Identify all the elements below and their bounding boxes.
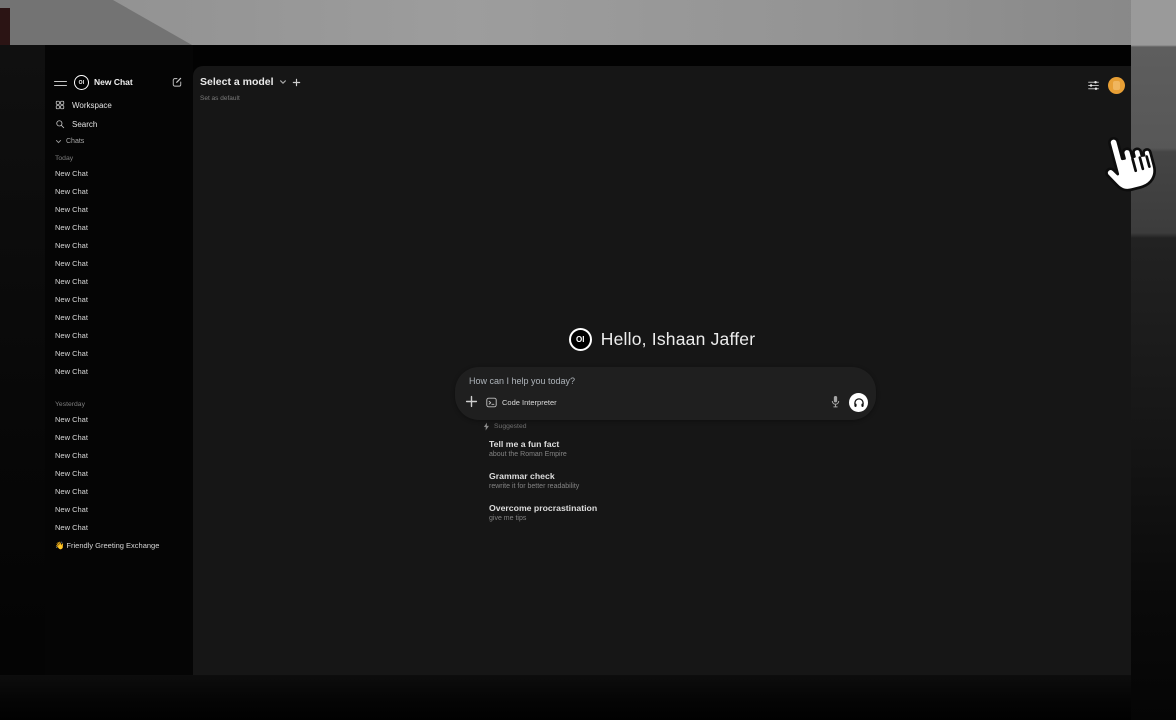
backdrop-bottom <box>0 675 1131 720</box>
chat-history-item[interactable]: New Chat <box>45 501 193 519</box>
suggested-prompt-title: Grammar check <box>489 471 783 482</box>
bolt-icon <box>483 422 490 431</box>
suggested-section: Suggested Tell me a fun factabout the Ro… <box>483 422 783 535</box>
search-label: Search <box>72 120 97 129</box>
message-composer[interactable]: How can I help you today? Code Interpret… <box>455 367 876 420</box>
chat-history-item[interactable]: New Chat <box>45 519 193 537</box>
suggested-prompt-subtitle: give me tips <box>489 514 783 524</box>
chat-history-item[interactable]: New Chat <box>45 483 193 501</box>
sidebar-title: New Chat <box>94 77 133 87</box>
suggested-list: Tell me a fun factabout the Roman Empire… <box>483 439 783 524</box>
chat-history-item[interactable]: New Chat <box>45 429 193 447</box>
chat-history-item[interactable]: 👋 Friendly Greeting Exchange <box>45 537 193 555</box>
model-selector-label: Select a model <box>200 76 274 88</box>
screen: OI New Chat Workspace Search Chats Today… <box>0 0 1176 720</box>
backdrop-diagonal <box>0 0 300 45</box>
suggested-prompt-subtitle: about the Roman Empire <box>489 450 783 460</box>
search-icon <box>55 119 65 129</box>
chat-history-item[interactable]: New Chat <box>45 327 193 345</box>
chat-group-label: Yesterday <box>45 397 193 411</box>
backdrop-maroon-patch <box>0 8 10 45</box>
attach-plus-icon[interactable] <box>465 395 478 408</box>
chat-history-item[interactable]: New Chat <box>45 309 193 327</box>
sidebar-toggle-icon[interactable] <box>54 78 67 88</box>
suggested-prompt[interactable]: Grammar checkrewrite it for better reada… <box>489 471 783 492</box>
backdrop-right <box>1131 0 1176 720</box>
chat-history-item[interactable]: New Chat <box>45 345 193 363</box>
app-logo: OI <box>569 328 592 351</box>
code-interpreter-icon <box>486 397 497 408</box>
new-chat-icon[interactable] <box>171 76 183 88</box>
suggested-label: Suggested <box>494 423 527 430</box>
sidebar-item-search[interactable]: Search <box>45 115 193 133</box>
chat-history-item[interactable]: New Chat <box>45 273 193 291</box>
user-avatar[interactable] <box>1108 77 1125 94</box>
chat-history-item[interactable]: New Chat <box>45 201 193 219</box>
suggested-prompt[interactable]: Tell me a fun factabout the Roman Empire <box>489 439 783 460</box>
chevron-down-icon <box>55 138 62 145</box>
workspace-label: Workspace <box>72 101 112 110</box>
topbar-actions <box>1087 77 1125 94</box>
hand-cursor <box>1098 123 1162 193</box>
suggested-header: Suggested <box>483 422 783 431</box>
greeting: OI Hello, Ishaan Jaffer <box>193 328 1131 351</box>
sidebar: OI New Chat Workspace Search Chats Today… <box>45 45 193 675</box>
chat-history-item[interactable]: New Chat <box>45 255 193 273</box>
workspace-grid-icon <box>55 100 65 110</box>
add-model-icon[interactable] <box>292 78 301 87</box>
chat-history-item[interactable]: New Chat <box>45 363 193 381</box>
suggested-prompt-subtitle: rewrite it for better readability <box>489 482 783 492</box>
code-interpreter-toggle[interactable]: Code Interpreter <box>486 393 557 412</box>
microphone-icon[interactable] <box>830 395 841 408</box>
chevron-down-icon <box>279 78 287 86</box>
suggested-prompt[interactable]: Overcome procrastinationgive me tips <box>489 503 783 524</box>
chat-history-item[interactable]: New Chat <box>45 411 193 429</box>
chat-history-item[interactable]: New Chat <box>45 291 193 309</box>
backdrop-top <box>0 0 1176 45</box>
chat-history-item[interactable]: New Chat <box>45 219 193 237</box>
chat-history-item[interactable]: New Chat <box>45 165 193 183</box>
backdrop-left <box>0 45 45 720</box>
headphones-icon <box>853 397 865 409</box>
chat-history-item[interactable]: New Chat <box>45 183 193 201</box>
set-as-default-button[interactable]: Set as default <box>200 95 240 102</box>
suggested-prompt-title: Tell me a fun fact <box>489 439 783 450</box>
chat-history-item[interactable]: New Chat <box>45 447 193 465</box>
chat-history-list: TodayNew ChatNew ChatNew ChatNew ChatNew… <box>45 151 193 555</box>
sidebar-header: OI New Chat <box>45 73 193 93</box>
chats-section-toggle[interactable]: Chats <box>55 138 84 145</box>
suggested-prompt-title: Overcome procrastination <box>489 503 783 514</box>
code-interpreter-label: Code Interpreter <box>502 398 557 407</box>
chats-label: Chats <box>66 138 84 145</box>
composer-toolbar: Code Interpreter <box>455 392 876 414</box>
chat-history-item[interactable]: New Chat <box>45 237 193 255</box>
sidebar-item-workspace[interactable]: Workspace <box>45 96 193 114</box>
open-webui-window: OI New Chat Workspace Search Chats Today… <box>45 45 1131 675</box>
message-input[interactable]: How can I help you today? <box>469 376 575 386</box>
model-selector[interactable]: Select a model <box>200 76 301 88</box>
chat-group-label: Today <box>45 151 193 165</box>
app-logo: OI <box>74 75 89 90</box>
voice-call-button[interactable] <box>849 393 868 412</box>
settings-sliders-icon[interactable] <box>1087 79 1100 92</box>
chat-history-item[interactable]: New Chat <box>45 465 193 483</box>
greeting-text: Hello, Ishaan Jaffer <box>601 329 755 350</box>
